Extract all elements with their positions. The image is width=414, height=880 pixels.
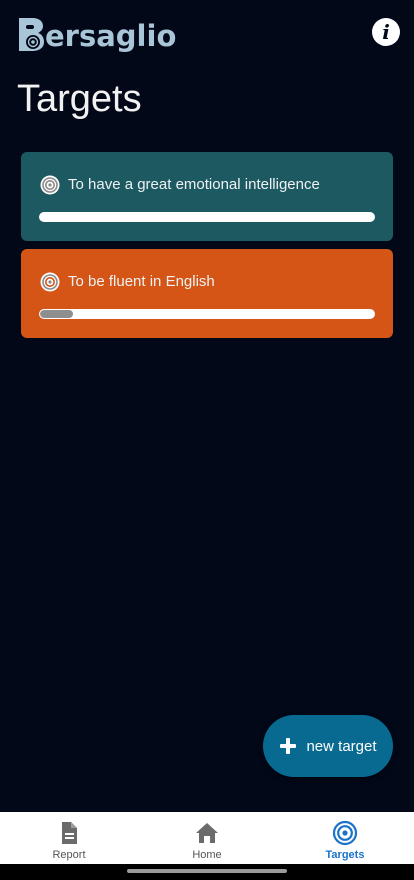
report-icon [62, 822, 77, 844]
plus-icon [280, 738, 297, 754]
new-target-button[interactable]: new target [263, 715, 393, 777]
target-progress-fill [40, 310, 74, 318]
target-icon [332, 820, 358, 846]
target-list: To have a great emotional intelligence T… [21, 152, 393, 346]
target-progress-bar [39, 309, 375, 319]
home-gesture-bar[interactable] [127, 869, 287, 873]
logo-wordmark: ersaglio [45, 19, 177, 53]
app-screen: ersaglio i Targets To have a great emoti… [0, 0, 414, 880]
app-logo: ersaglio [16, 8, 176, 54]
info-icon: i [382, 20, 390, 44]
bottom-nav: Report Home Targets [0, 812, 414, 864]
target-card[interactable]: To have a great emotional intelligence [21, 152, 393, 241]
page-title: Targets [17, 78, 142, 120]
target-icon [40, 272, 60, 292]
target-label: To have a great emotional intelligence [68, 176, 320, 193]
nav-label-home: Home [192, 849, 222, 861]
new-target-label: new target [306, 737, 377, 755]
nav-label-targets: Targets [325, 849, 365, 861]
target-card[interactable]: To be fluent in English [21, 249, 393, 338]
info-button[interactable]: i [372, 18, 400, 46]
nav-item-home[interactable]: Home [138, 812, 276, 864]
target-icon [40, 175, 60, 195]
home-icon [196, 823, 218, 843]
nav-label-report: Report [52, 849, 86, 861]
nav-item-targets[interactable]: Targets [276, 812, 414, 864]
nav-item-report[interactable]: Report [0, 812, 138, 864]
logo-b-glyph [19, 18, 44, 51]
target-progress-bar [39, 212, 375, 222]
target-label: To be fluent in English [68, 273, 215, 290]
